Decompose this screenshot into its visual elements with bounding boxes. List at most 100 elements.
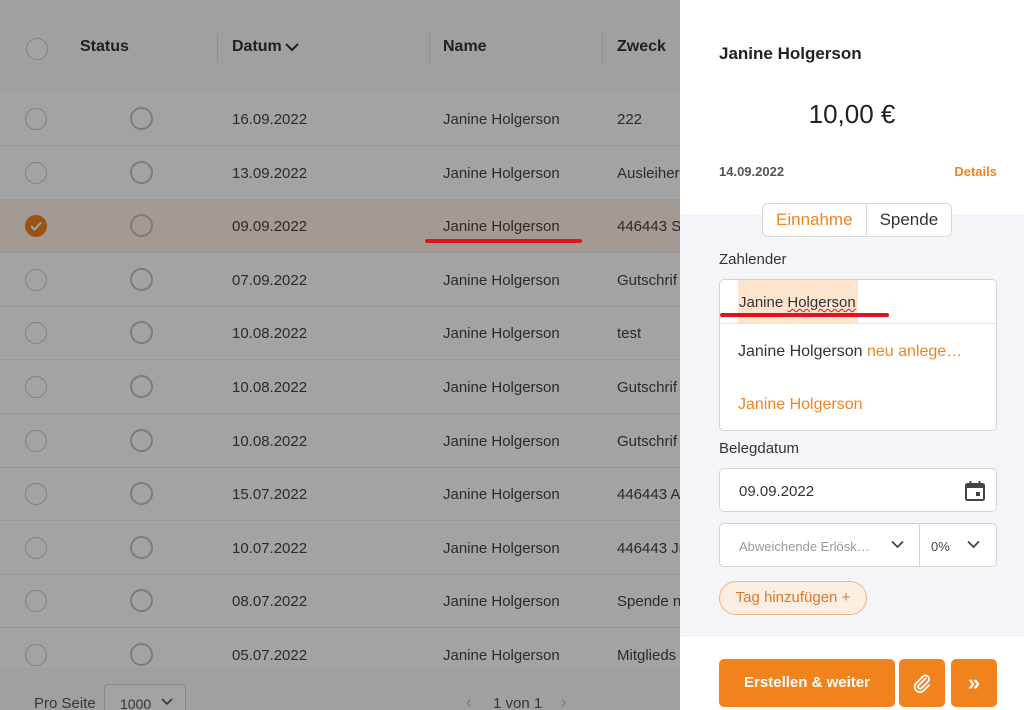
transaction-side-panel: Janine Holgerson 10,00 € 14.09.2022 Deta… [680,0,1024,710]
row-date: 10.07.2022 [232,539,308,557]
row-checkbox[interactable] [25,376,47,398]
column-separator [217,34,218,62]
payer-input[interactable]: Janine Holgerson [720,280,996,324]
row-purpose: Gutschrif [617,271,678,289]
column-status[interactable]: Status [80,38,129,56]
column-name[interactable]: Name [443,38,487,56]
status-circle-icon[interactable] [130,214,153,238]
row-date: 05.07.2022 [232,647,308,664]
table-row[interactable]: 08.07.2022 Janine Holgerson Spende n [0,575,680,629]
attach-receipt-button[interactable] [899,659,945,707]
row-name: Janine Holgerson [443,432,560,450]
table-row[interactable]: 09.09.2022 Janine Holgerson 446443 S [0,200,680,254]
tab-spende[interactable]: Spende [867,204,952,236]
column-separator [429,34,430,62]
table-row[interactable]: 10.08.2022 Janine Holgerson test [0,307,680,361]
double-chevron-right-icon: » [967,670,981,695]
create-and-next-button[interactable]: Erstellen & weiter [719,659,895,707]
table-row[interactable]: 10.08.2022 Janine Holgerson Gutschrif [0,414,680,468]
select-all-checkbox[interactable] [26,38,48,60]
table-row[interactable]: 10.07.2022 Janine Holgerson 446443 Ju [0,521,680,575]
status-circle-icon[interactable] [130,589,153,613]
row-purpose: test [617,325,642,343]
row-date: 10.08.2022 [232,432,308,450]
row-purpose: 222 [617,111,643,128]
annotation-underline [720,313,889,317]
status-circle-icon[interactable] [130,375,153,398]
status-circle-icon[interactable] [130,160,153,184]
option-create-name: Janine Holgerson [738,343,863,360]
per-page-value: 1000 [120,696,152,710]
revenue-account-select[interactable]: Abweichende Erlösk… [719,523,920,567]
table-row[interactable]: 15.07.2022 Janine Holgerson 446443 A [0,468,680,522]
row-purpose: Gutschrif [617,432,678,450]
row-checkbox[interactable] [25,322,47,345]
next-page-icon[interactable]: › [561,694,566,710]
revenue-account-placeholder: Abweichende Erlösk… [739,539,870,554]
row-checkbox[interactable] [25,108,47,130]
row-purpose: 446443 Ju [617,539,680,557]
per-page-select[interactable]: 1000 [104,684,186,710]
panel-summary: Janine Holgerson 10,00 € 14.09.2022 Deta… [680,0,1024,214]
column-purpose[interactable]: Zweck [617,38,666,56]
row-checkbox[interactable] [25,536,47,559]
payer-option-create[interactable]: Janine Holgerson neu anlege… [738,343,962,361]
row-purpose: Spende n [617,593,680,611]
status-circle-icon[interactable] [130,482,153,506]
add-tag-button[interactable]: Tag hinzufügen + [719,581,867,615]
document-date-input[interactable]: 09.09.2022 [719,468,997,512]
row-name: Janine Holgerson [443,539,560,557]
row-checkbox[interactable] [25,429,47,452]
payer-option-existing[interactable]: Janine Holgerson [738,396,863,414]
tab-einnahme[interactable]: Einnahme [763,204,866,236]
row-name: Janine Holgerson [443,647,560,664]
payer-first-name: Janine [739,294,784,311]
table-row[interactable]: 07.09.2022 Janine Holgerson Gutschrif [0,253,680,307]
document-date-label: Belegdatum [719,440,800,457]
row-date: 10.08.2022 [232,325,308,343]
paperclip-icon [913,674,930,693]
option-create-action: neu anlege… [866,343,963,360]
vat-rate-select[interactable]: 0% [919,523,997,567]
table-row[interactable]: 16.09.2022 Janine Holgerson 222 [0,93,680,146]
row-checkbox[interactable] [25,215,47,238]
row-name: Janine Holgerson [443,486,560,504]
row-checkbox[interactable] [25,483,47,506]
row-purpose: Gutschrif [617,379,678,396]
status-circle-icon[interactable] [130,428,153,452]
row-purpose: Ausleiher [617,164,680,182]
table-header: Status Datum Name Zweck [0,0,680,93]
payer-last-name: Holgerson [787,294,856,311]
status-circle-icon[interactable] [130,267,153,291]
row-name: Janine Holgerson [443,593,560,611]
chevron-down-icon [891,540,904,549]
row-purpose: Mitglieds [617,647,677,664]
details-link[interactable]: Details [954,164,997,179]
column-date-label: Datum [232,38,282,55]
status-circle-icon[interactable] [130,107,153,130]
panel-title: Janine Holgerson [719,44,862,63]
row-checkbox[interactable] [25,268,47,291]
calendar-icon[interactable] [964,480,986,502]
per-page-label: Pro Seite [34,695,96,710]
row-date: 09.09.2022 [232,218,308,236]
row-checkbox[interactable] [25,590,47,613]
table-row[interactable]: 10.08.2022 Janine Holgerson Gutschrif [0,361,680,414]
status-circle-icon[interactable] [130,643,153,666]
status-circle-icon[interactable] [130,535,153,559]
row-purpose: 446443 S [617,218,680,236]
row-checkbox[interactable] [25,161,47,184]
annotation-underline [425,239,582,243]
row-date: 16.09.2022 [232,111,308,128]
column-date[interactable]: Datum [232,38,299,56]
table-row[interactable]: 13.09.2022 Janine Holgerson Ausleiher [0,146,680,200]
panel-actions: Erstellen & weiter » [680,637,1024,710]
previous-page-icon[interactable]: ‹ [466,694,471,710]
row-checkbox[interactable] [25,644,47,666]
status-circle-icon[interactable] [130,321,153,345]
skip-button[interactable]: » [951,659,997,707]
row-name: Janine Holgerson [443,111,560,128]
column-separator [602,34,603,62]
row-date: 15.07.2022 [232,486,308,504]
chevron-down-icon [967,540,980,549]
